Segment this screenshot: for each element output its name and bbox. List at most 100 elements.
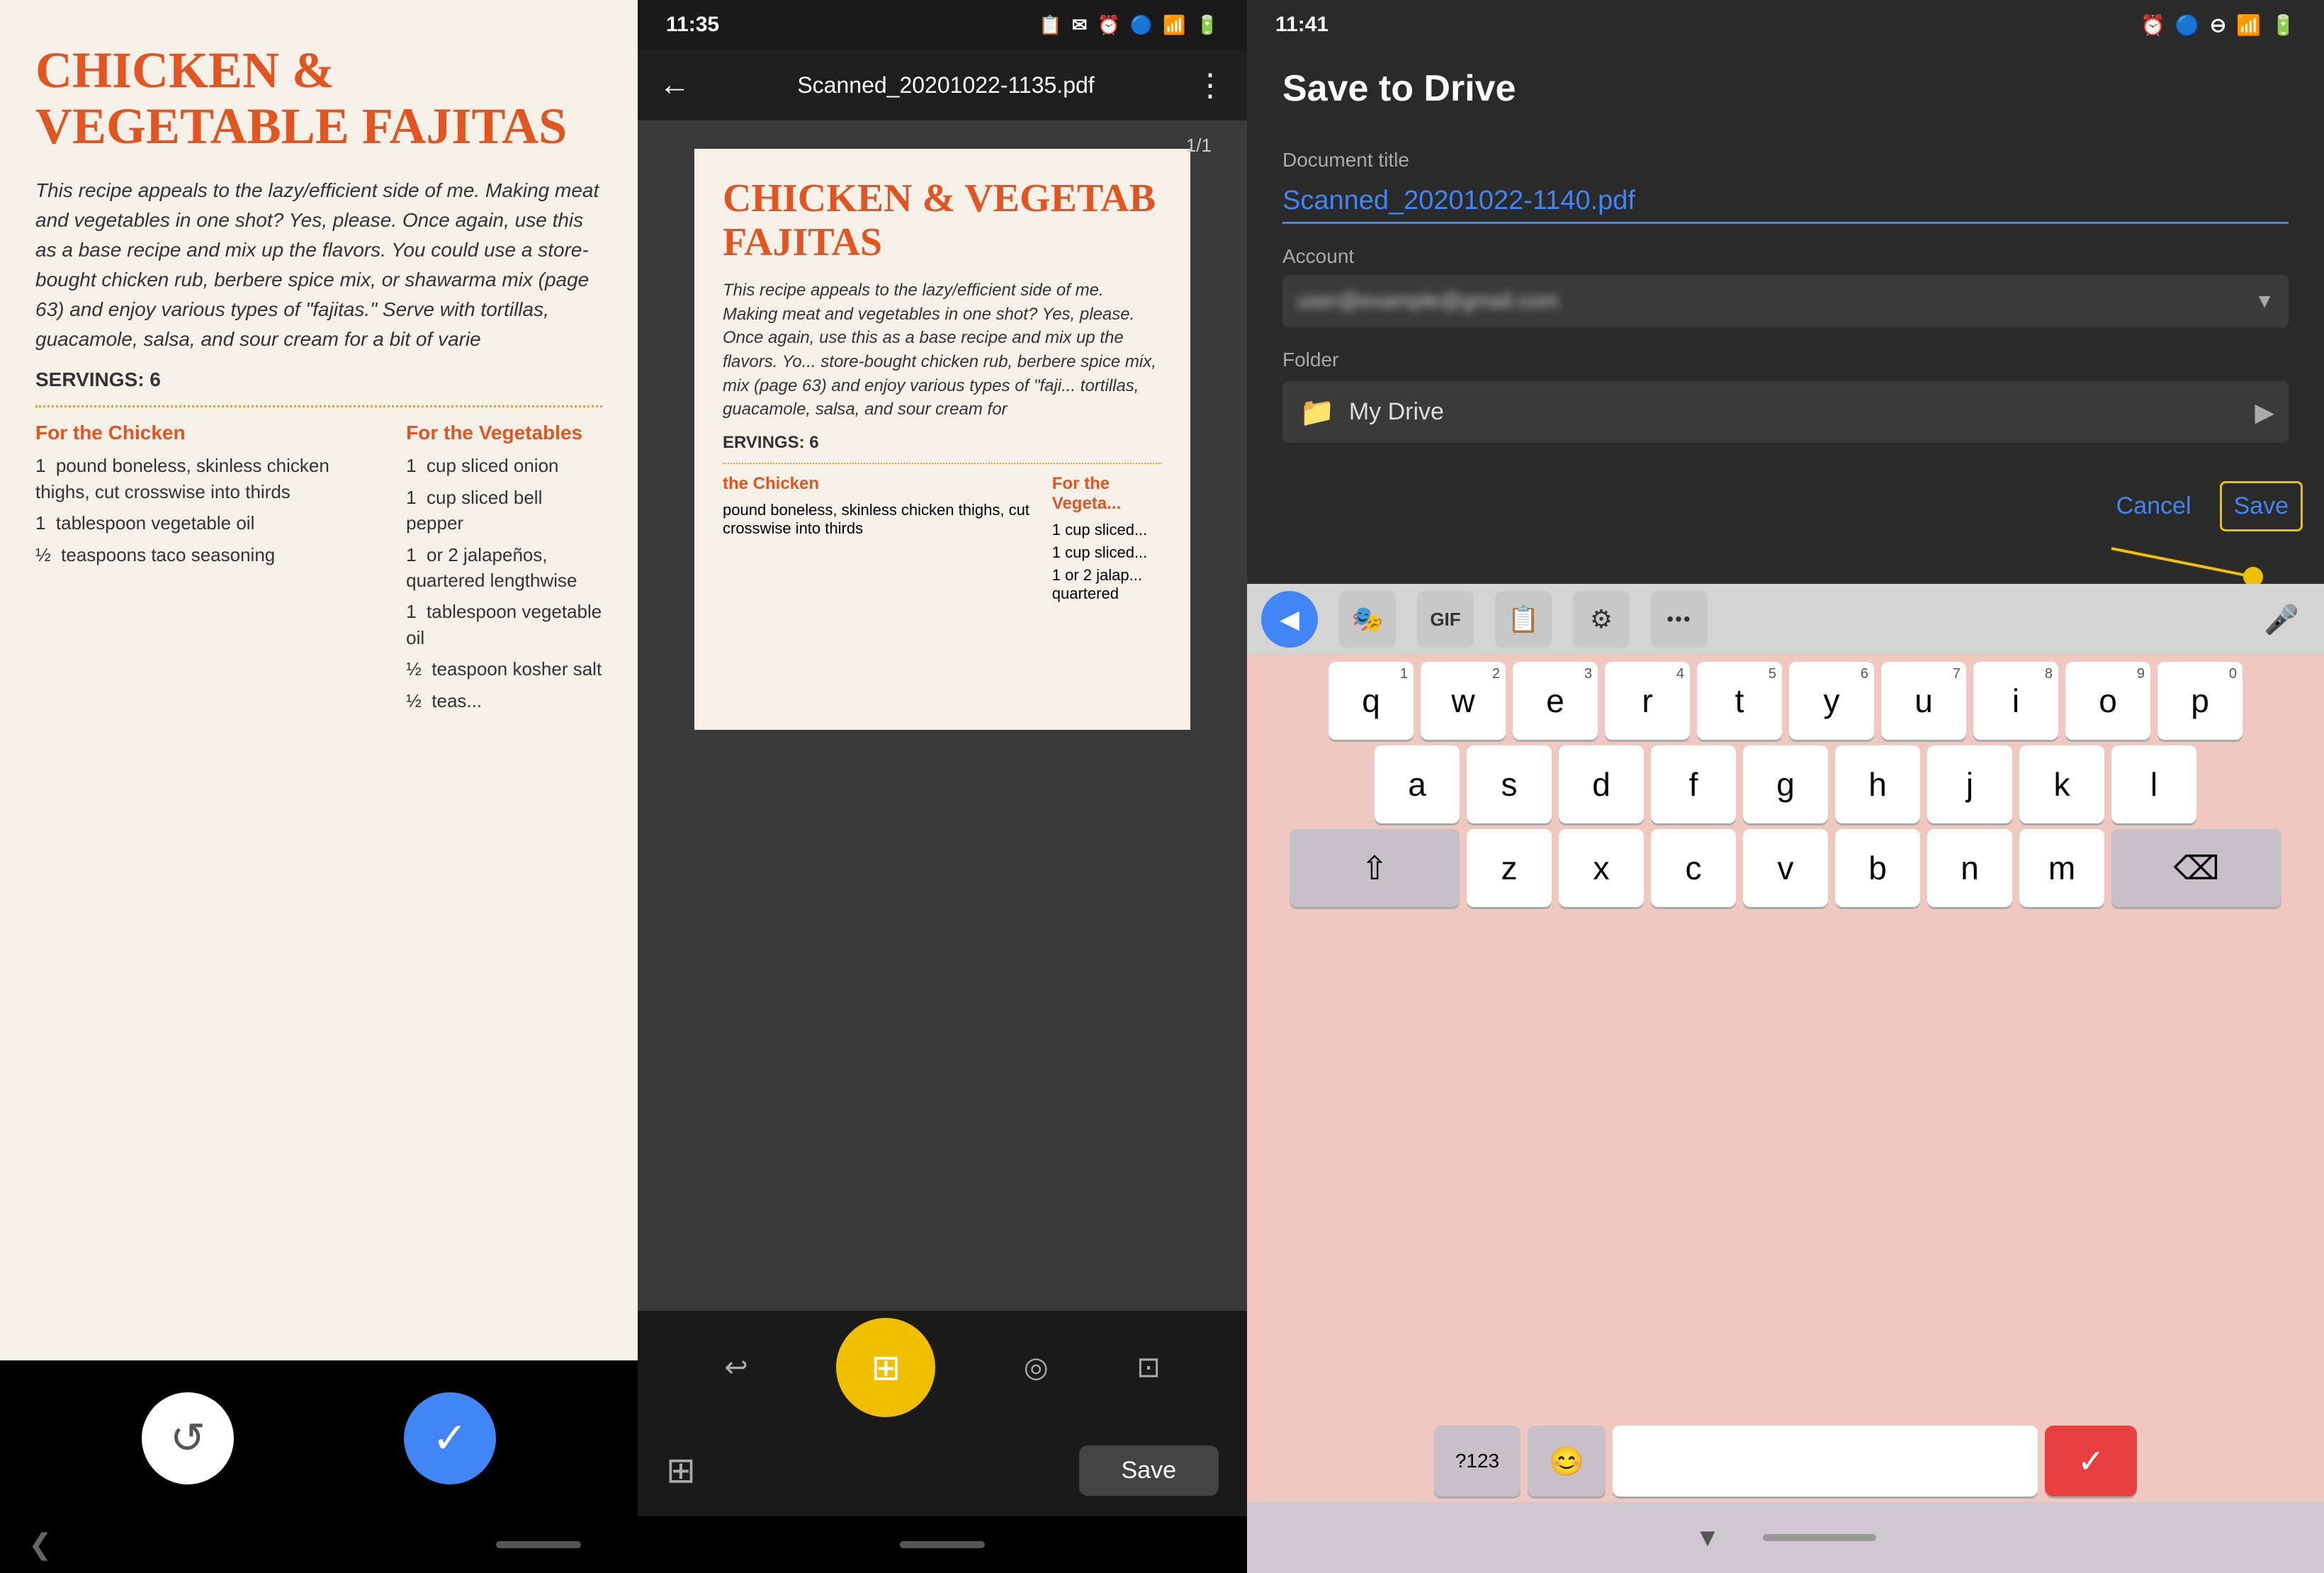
chicken-col: For the Chicken 1 pound boneless, skinle…: [35, 422, 378, 719]
add-page-button[interactable]: ⊞: [666, 1450, 696, 1491]
vegetable-ingredients: 1 cup sliced onion 1 cup sliced bell pep…: [406, 453, 602, 714]
alarm-icon2: ⏰: [2140, 13, 2165, 37]
recipe-intro: This recipe appeals to the lazy/efficien…: [35, 176, 602, 354]
sticker-button[interactable]: 🎭: [1339, 591, 1396, 648]
chicken-ingredients: 1 pound boneless, skinless chicken thigh…: [35, 453, 378, 568]
save-button[interactable]: Save: [2234, 492, 2289, 519]
panel1-bottom-controls: ↺ ✓: [0, 1360, 638, 1516]
battery-icon: 🔋: [1196, 14, 1219, 36]
key-i[interactable]: 8i: [1973, 662, 2058, 740]
key-c[interactable]: c: [1651, 829, 1736, 907]
microphone-button[interactable]: 🎤: [2253, 591, 2310, 648]
panel3-status-bar: 11:41 ⏰ 🔵 ⊖ 📶 🔋: [1247, 0, 2324, 50]
undo-icon: ↺: [170, 1414, 205, 1463]
list-item: ½ teaspoons taco seasoning: [35, 542, 378, 568]
recipe-title: CHICKEN & VEGETABLE FAJITAS: [35, 43, 602, 154]
list-item: 1 cup sliced...: [1052, 543, 1162, 562]
keyboard-back-icon: ◀: [1280, 604, 1299, 634]
recipe-columns: For the Chicken 1 pound boneless, skinle…: [35, 422, 602, 719]
settings-button[interactable]: ⚙: [1573, 591, 1630, 648]
keyboard-rows: 1q 2w 3e 4r 5t 6y 7u 8i 9o 0p a s d f g …: [1247, 655, 2324, 1420]
clipboard-tool-button[interactable]: 📋: [1495, 591, 1552, 648]
panel2-nav-bar: [638, 1516, 1247, 1573]
panel2-status-bar: 11:35 📋 ✉ ⏰ 🔵 📶 🔋: [638, 0, 1247, 50]
annotation-arrow: [1757, 541, 2324, 584]
back-button[interactable]: ←: [659, 67, 690, 103]
key-r[interactable]: 4r: [1605, 662, 1690, 740]
signal-icon: 📶: [1163, 14, 1185, 36]
key-t[interactable]: 5t: [1697, 662, 1782, 740]
undo-tool-button[interactable]: ↩: [724, 1351, 748, 1384]
pdf-recipe-title: CHICKEN & VEGETABFAJITAS: [723, 177, 1162, 264]
vegetables-header: For the Vegetables: [406, 422, 602, 444]
more-options-button[interactable]: ⋮: [1195, 67, 1226, 103]
crop-tool-button[interactable]: ⊡: [1136, 1351, 1161, 1384]
panel2-nav-pill: [900, 1541, 985, 1548]
list-item: 1 tablespoon vegetable oil: [35, 510, 378, 536]
key-m[interactable]: m: [2019, 829, 2104, 907]
nav-down-icon[interactable]: ▼: [1695, 1523, 1720, 1552]
key-y[interactable]: 6y: [1789, 662, 1874, 740]
backspace-key[interactable]: ⌫: [2111, 829, 2281, 907]
more-button[interactable]: •••: [1651, 591, 1708, 648]
key-l[interactable]: l: [2111, 745, 2196, 823]
save-button[interactable]: Save: [1079, 1445, 1219, 1496]
key-j[interactable]: j: [1927, 745, 2012, 823]
panel1-nav-bar: ❮: [0, 1516, 638, 1573]
symbols-key[interactable]: ?123: [1434, 1426, 1521, 1496]
undo-button[interactable]: ↺: [142, 1392, 234, 1484]
add-pages-button[interactable]: ⊞: [836, 1318, 935, 1417]
panel2-time: 11:35: [666, 13, 719, 37]
key-d[interactable]: d: [1559, 745, 1644, 823]
shift-key[interactable]: ⇧: [1290, 829, 1460, 907]
doc-title-input[interactable]: [1282, 179, 2289, 224]
save-form: Document title Account user@example@gmai…: [1247, 128, 2324, 485]
cancel-button[interactable]: Cancel: [2116, 492, 2192, 520]
gif-button[interactable]: GIF: [1417, 591, 1474, 648]
folder-chevron-icon: ▶: [2255, 398, 2274, 427]
bluetooth-icon: 🔵: [1130, 14, 1153, 36]
key-o[interactable]: 9o: [2065, 662, 2150, 740]
erase-tool-button[interactable]: ◎: [1024, 1351, 1049, 1384]
key-k[interactable]: k: [2019, 745, 2104, 823]
key-u[interactable]: 7u: [1881, 662, 1966, 740]
panel2-pdf-viewer: 11:35 📋 ✉ ⏰ 🔵 📶 🔋 ← Scanned_20201022-113…: [638, 0, 1247, 1573]
key-n[interactable]: n: [1927, 829, 2012, 907]
key-x[interactable]: x: [1559, 829, 1644, 907]
back-chevron-icon[interactable]: ❮: [28, 1528, 52, 1561]
key-b[interactable]: b: [1835, 829, 1920, 907]
key-e[interactable]: 3e: [1513, 662, 1598, 740]
recipe-servings: SERVINGS: 6: [35, 368, 602, 391]
pdf-veggies-list: 1 cup sliced... 1 cup sliced... 1 or 2 j…: [1052, 521, 1162, 603]
pdf-chicken-list: pound boneless, skinless chicken thighs,…: [723, 501, 1031, 538]
key-s[interactable]: s: [1467, 745, 1552, 823]
key-v[interactable]: v: [1743, 829, 1828, 907]
key-h[interactable]: h: [1835, 745, 1920, 823]
key-q[interactable]: 1q: [1329, 662, 1414, 740]
list-item: 1 or 2 jalapeños, quartered lengthwise: [406, 542, 602, 594]
pdf-recipe-intro: This recipe appeals to the lazy/efficien…: [723, 278, 1162, 422]
key-f[interactable]: f: [1651, 745, 1736, 823]
key-w[interactable]: 2w: [1421, 662, 1506, 740]
key-g[interactable]: g: [1743, 745, 1828, 823]
folder-selector[interactable]: 📁 My Drive ▶: [1282, 381, 2289, 443]
pdf-veggies-col: For the Vegeta... 1 cup sliced... 1 cup …: [1052, 474, 1162, 607]
space-key[interactable]: [1613, 1426, 2038, 1496]
confirm-button[interactable]: ✓: [404, 1392, 496, 1484]
list-item: 1 pound boneless, skinless chicken thigh…: [35, 453, 378, 504]
key-p[interactable]: 0p: [2157, 662, 2243, 740]
account-chevron-icon: ▼: [2255, 290, 2274, 312]
doc-title-label: Document title: [1282, 149, 2289, 171]
pdf-dotted-divider: [723, 463, 1162, 464]
key-a[interactable]: a: [1375, 745, 1460, 823]
list-item: 1 tablespoon vegetable oil: [406, 599, 602, 650]
list-item: pound boneless, skinless chicken thighs,…: [723, 501, 1031, 538]
keyboard-back-button[interactable]: ◀: [1261, 591, 1318, 648]
bottom-tools-bar: ↩ ⊞ ◎ ⊡: [638, 1311, 1247, 1424]
enter-key[interactable]: ✓: [2045, 1426, 2137, 1496]
account-selector[interactable]: user@example@gmail.com ▼: [1282, 275, 2289, 327]
list-item: 1 cup sliced onion: [406, 453, 602, 478]
emoji-key[interactable]: 😊: [1528, 1426, 1606, 1496]
key-z[interactable]: z: [1467, 829, 1552, 907]
clipboard-icon: 📋: [1039, 14, 1061, 36]
